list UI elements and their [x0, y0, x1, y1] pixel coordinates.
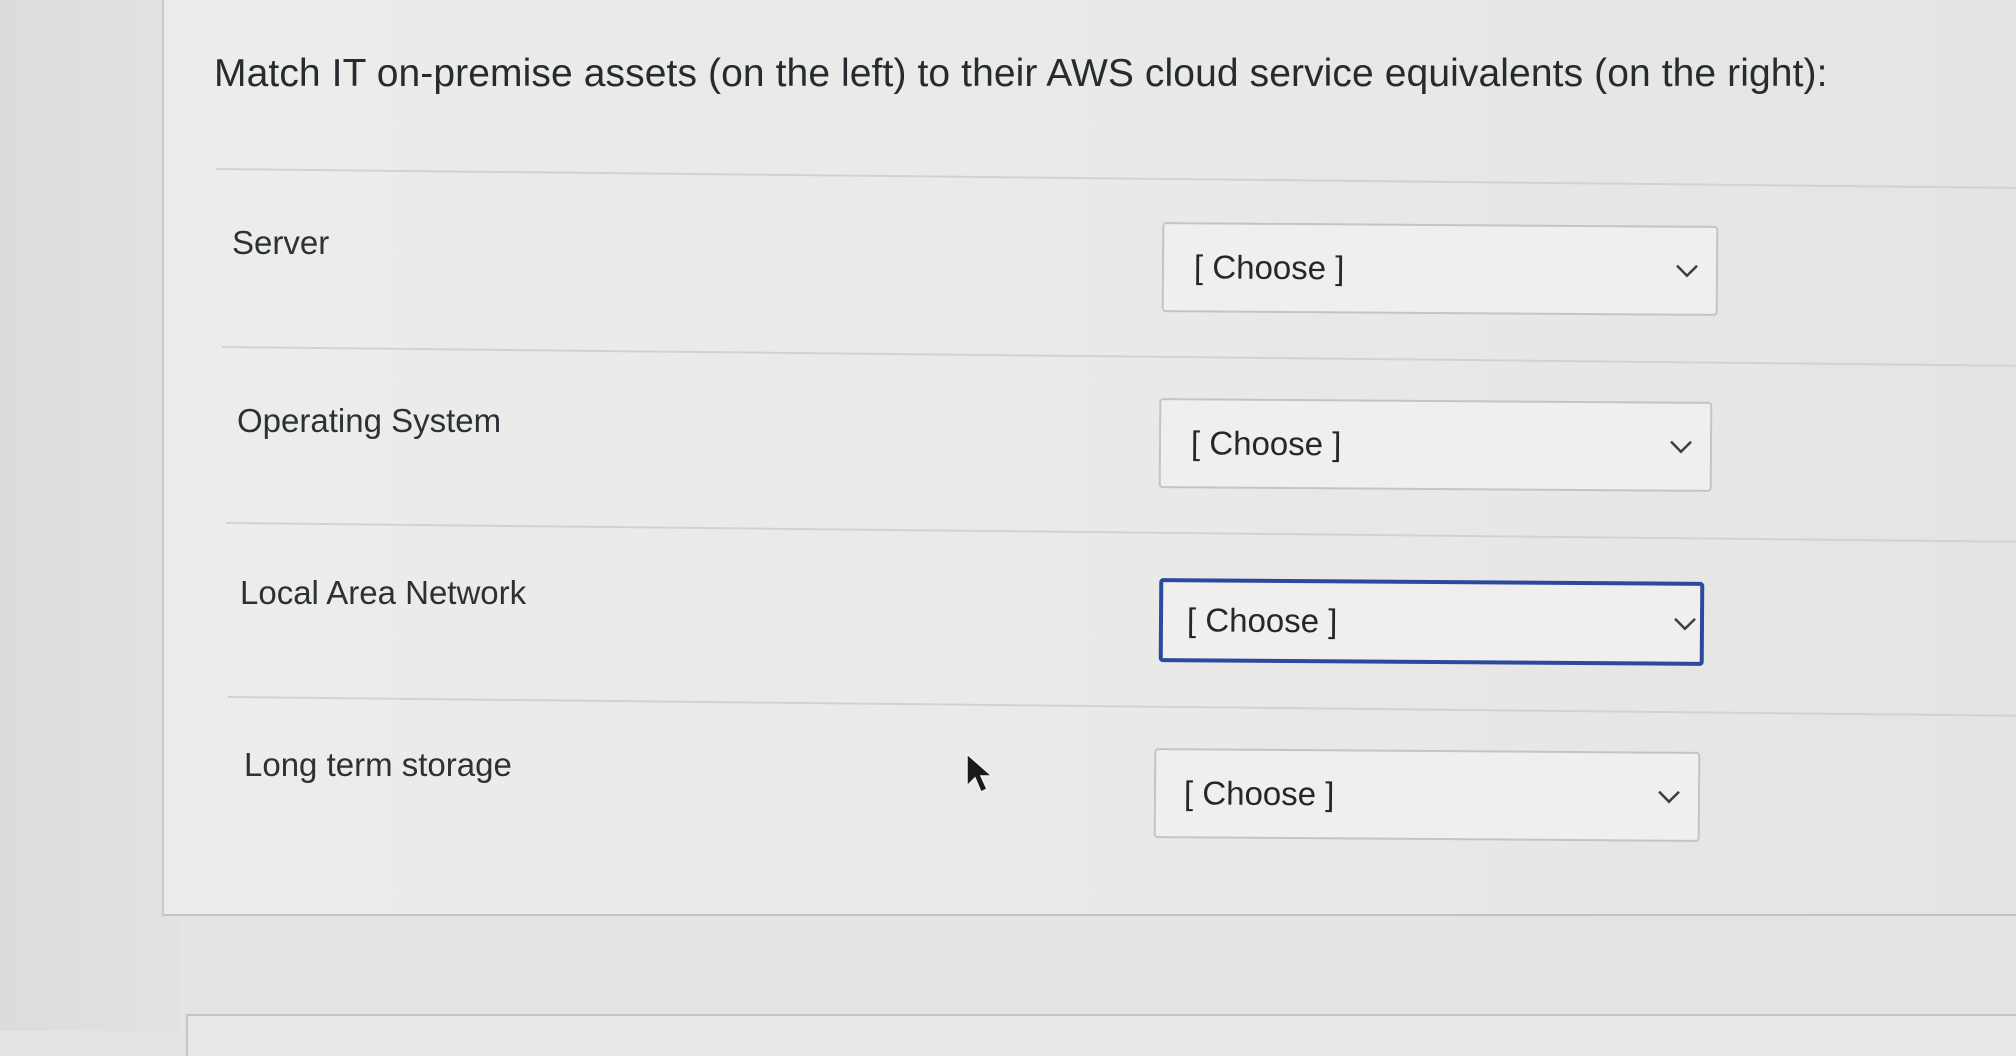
match-select-local-area-network[interactable]: [ Choose ]: [1158, 578, 1705, 666]
chevron-down-icon: [1670, 440, 1692, 454]
chevron-down-icon: [1674, 617, 1696, 631]
match-label-server: Server: [232, 224, 330, 261]
select-value: [ Choose ]: [1186, 601, 1338, 640]
match-select-operating-system[interactable]: [ Choose ]: [1158, 398, 1713, 492]
select-value: [ Choose ]: [1193, 248, 1345, 287]
chevron-down-icon: [1658, 790, 1680, 804]
select-value: [ Choose ]: [1183, 774, 1335, 813]
next-question-card: [186, 1014, 2016, 1056]
match-label-local-area-network: Local Area Network: [240, 574, 527, 611]
chevron-down-icon: [1676, 264, 1698, 278]
match-select-long-term-storage[interactable]: [ Choose ]: [1153, 748, 1701, 842]
match-select-server[interactable]: [ Choose ]: [1161, 222, 1719, 316]
question-prompt: Match IT on-premise assets (on the left)…: [214, 52, 1828, 95]
mouse-pointer-icon: [966, 752, 994, 794]
match-label-long-term-storage: Long term storage: [244, 746, 512, 783]
match-label-operating-system: Operating System: [237, 402, 502, 439]
page-gutter: [0, 0, 180, 1031]
select-value: [ Choose ]: [1190, 424, 1342, 463]
